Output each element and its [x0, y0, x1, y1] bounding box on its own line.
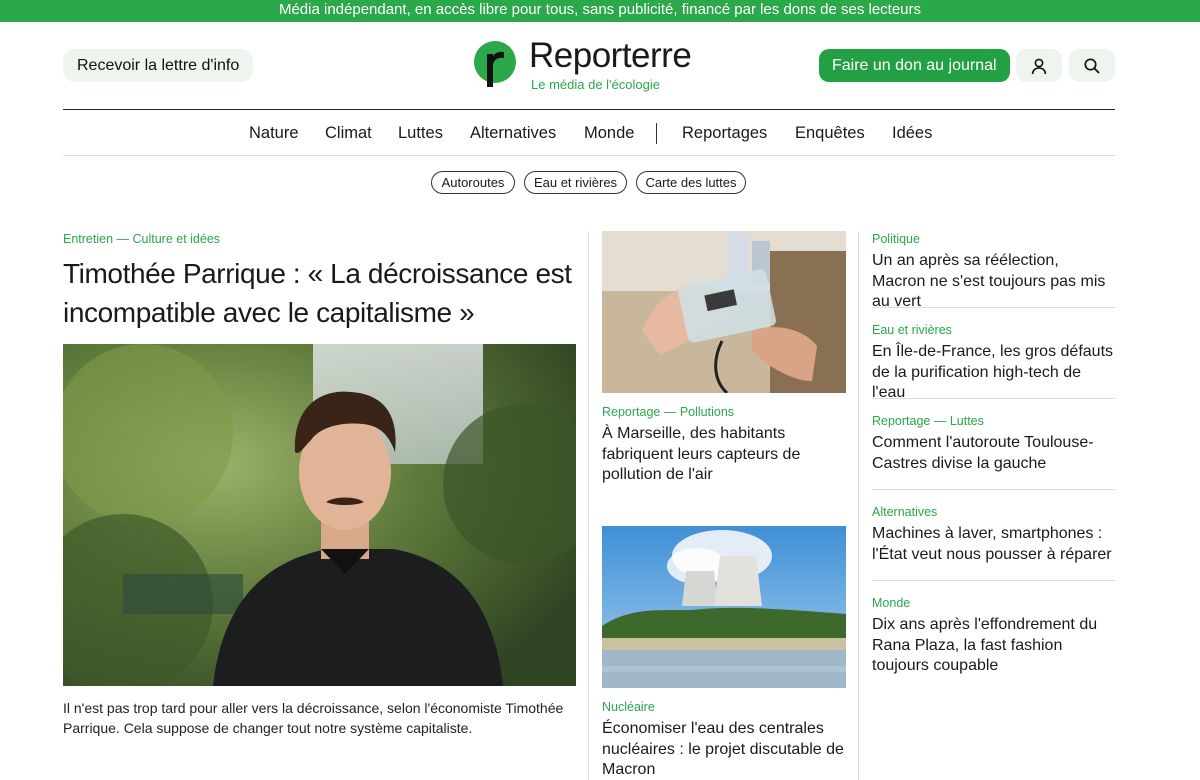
power-plant-photo: [602, 526, 846, 688]
sidebar-divider: [872, 307, 1115, 308]
nav-item-climat[interactable]: Climat: [325, 124, 372, 143]
article-card[interactable]: Nucléaire Économiser l'eau des centrales…: [602, 526, 846, 780]
article-kicker[interactable]: Reportage — Pollutions: [602, 405, 846, 419]
logo-name: Reporterre: [529, 36, 692, 75]
top-banner-text: Média indépendant, en accès libre pour t…: [278, 1, 922, 18]
lead-title[interactable]: Timothée Parrique : « La décroissance es…: [63, 254, 583, 332]
sidebar-title[interactable]: En Île-de-France, les gros défauts de la…: [872, 342, 1115, 404]
sidebar-kicker[interactable]: Monde: [872, 596, 1115, 610]
nav-item-enquetes[interactable]: Enquêtes: [795, 124, 865, 143]
sidebar-divider: [872, 398, 1115, 399]
nav-item-idees[interactable]: Idées: [892, 124, 932, 143]
article-title[interactable]: À Marseille, des habitants fabriquent le…: [602, 424, 846, 486]
nav-item-reportages[interactable]: Reportages: [682, 124, 767, 143]
article-kicker[interactable]: Nucléaire: [602, 700, 846, 714]
site-header: Recevoir la lettre d'info Reporterre Le …: [63, 22, 1115, 110]
article-photo[interactable]: [602, 231, 846, 393]
nav-item-luttes[interactable]: Luttes: [398, 124, 443, 143]
nav-item-alternatives[interactable]: Alternatives: [470, 124, 556, 143]
nav-item-nature[interactable]: Nature: [249, 124, 299, 143]
nav-separator: [656, 123, 657, 144]
sidebar-title[interactable]: Dix ans après l'effondrement du Rana Pla…: [872, 615, 1115, 677]
topic-tags: Autoroutes Eau et rivières Carte des lut…: [0, 171, 1200, 195]
donate-button[interactable]: Faire un don au journal: [819, 49, 1010, 82]
tag-autoroutes[interactable]: Autoroutes: [431, 171, 515, 194]
nav-item-monde[interactable]: Monde: [584, 124, 634, 143]
sidebar-title[interactable]: Un an après sa réélection, Macron ne s'e…: [872, 251, 1115, 313]
sidebar-divider: [872, 580, 1115, 581]
sidebar-article[interactable]: Politique Un an après sa réélection, Mac…: [872, 232, 1115, 313]
top-banner: Média indépendant, en accès libre pour t…: [0, 0, 1200, 22]
tag-carte-des-luttes[interactable]: Carte des luttes: [636, 171, 746, 194]
site-logo[interactable]: Reporterre Le média de l'écologie: [473, 36, 713, 96]
column-divider: [588, 231, 589, 780]
lead-description: Il n'est pas trop tard pour aller vers l…: [63, 700, 564, 736]
tag-eau-et-rivieres[interactable]: Eau et rivières: [524, 171, 627, 194]
main-navigation: Nature Climat Luttes Alternatives Monde …: [63, 110, 1115, 156]
portrait-photo: [63, 344, 576, 686]
lead-kicker[interactable]: Entretien — Culture et idées: [63, 232, 576, 246]
lead-article[interactable]: Entretien — Culture et idées Timothée Pa…: [63, 232, 576, 736]
article-title[interactable]: Économiser l'eau des centrales nucléaire…: [602, 719, 846, 780]
search-button[interactable]: [1069, 49, 1115, 82]
sensor-photo: [602, 231, 846, 393]
logo-mark-icon: [474, 41, 516, 87]
user-icon: [1031, 58, 1047, 74]
sidebar-divider: [872, 489, 1115, 490]
sidebar-title[interactable]: Comment l'autoroute Toulouse-Castres div…: [872, 433, 1115, 474]
search-icon: [1084, 57, 1100, 74]
sidebar-article[interactable]: Alternatives Machines à laver, smartphon…: [872, 505, 1115, 565]
column-divider: [858, 231, 859, 780]
sidebar-title[interactable]: Machines à laver, smartphones : l'État v…: [872, 524, 1115, 565]
newsletter-button[interactable]: Recevoir la lettre d'info: [63, 49, 254, 82]
sidebar-article[interactable]: Reportage — Luttes Comment l'autoroute T…: [872, 414, 1115, 474]
logo-tagline: Le média de l'écologie: [531, 77, 660, 92]
sidebar-kicker[interactable]: Politique: [872, 232, 1115, 246]
article-card[interactable]: Reportage — Pollutions À Marseille, des …: [602, 231, 846, 486]
account-button[interactable]: [1016, 49, 1062, 82]
sidebar-kicker[interactable]: Eau et rivières: [872, 323, 1115, 337]
article-photo[interactable]: [602, 526, 846, 688]
sidebar-article[interactable]: Monde Dix ans après l'effondrement du Ra…: [872, 596, 1115, 677]
sidebar-article[interactable]: Eau et rivières En Île-de-France, les gr…: [872, 323, 1115, 404]
sidebar-kicker[interactable]: Alternatives: [872, 505, 1115, 519]
sidebar-kicker[interactable]: Reportage — Luttes: [872, 414, 1115, 428]
lead-photo[interactable]: [63, 344, 576, 686]
